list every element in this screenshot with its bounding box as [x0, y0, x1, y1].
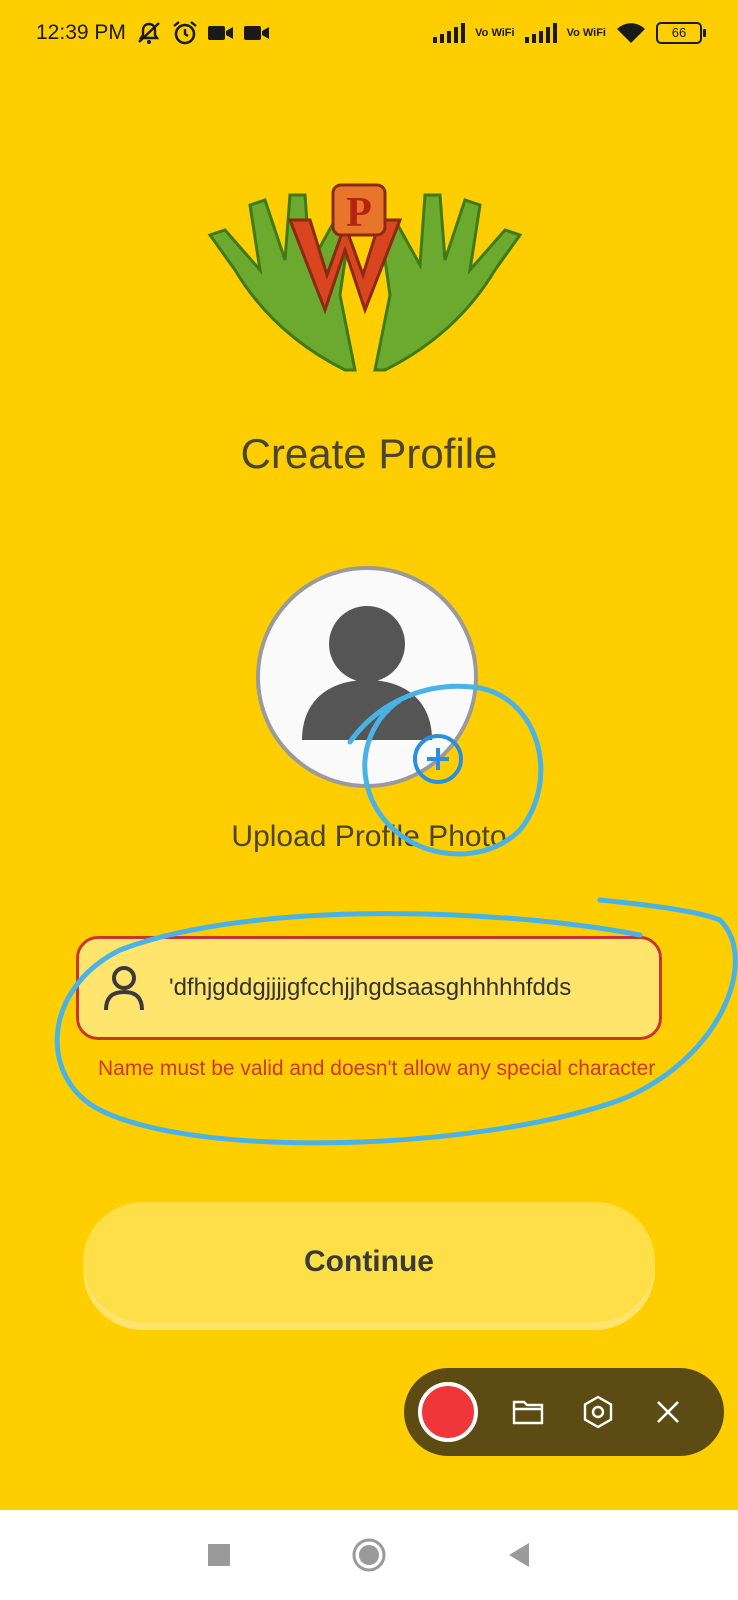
person-outline-icon [79, 964, 169, 1012]
home-circle-icon[interactable] [349, 1535, 389, 1575]
recents-square-icon[interactable] [199, 1535, 239, 1575]
upload-photo-label: Upload Profile Photo [231, 820, 507, 853]
name-input[interactable] [169, 974, 639, 1002]
page-title: Create Profile [240, 430, 498, 477]
signal-icon [433, 23, 466, 43]
logo-letter: P [346, 190, 372, 236]
signal-icon-2 [524, 23, 557, 43]
plus-circle-icon [427, 748, 449, 770]
mute-icon [136, 21, 162, 45]
waving-hands-logo: P [207, 183, 523, 372]
record-icon[interactable] [418, 1382, 478, 1442]
volte-label-2: Vo WiFi [566, 26, 606, 39]
name-field[interactable] [76, 936, 662, 1040]
settings-hex-icon[interactable] [578, 1392, 618, 1432]
back-triangle-icon[interactable] [499, 1535, 539, 1575]
close-icon[interactable] [648, 1392, 688, 1432]
wifi-icon [616, 22, 646, 44]
system-nav-bar [0, 1510, 738, 1600]
folder-icon[interactable] [508, 1392, 548, 1432]
battery-indicator: 66 [656, 22, 706, 44]
volte-label: Vo WiFi [475, 26, 515, 39]
status-right: Vo WiFi Vo WiFi 66 [433, 22, 706, 44]
add-photo-button[interactable] [413, 734, 463, 784]
status-time: 12:39 PM [36, 21, 126, 44]
screen-recorder-bar [404, 1368, 724, 1456]
continue-button[interactable]: Continue [83, 1202, 655, 1322]
alarm-icon [172, 20, 198, 46]
status-left: 12:39 PM [36, 20, 270, 46]
name-error-message: Name must be valid and doesn't allow any… [98, 1057, 656, 1080]
status-bar: 12:39 PM Vo WiFi Vo WiFi 66 [0, 0, 738, 66]
video-camera-icon-2 [243, 24, 270, 42]
video-camera-icon [207, 24, 234, 42]
